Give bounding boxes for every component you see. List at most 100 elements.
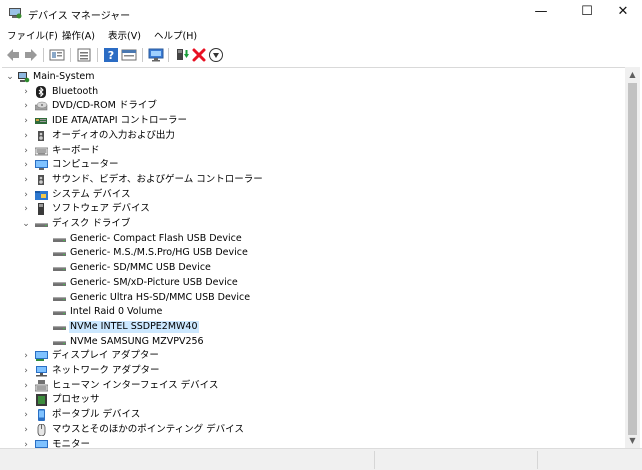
disk-drive-icon (53, 325, 66, 330)
expand-chevron-icon[interactable]: › (21, 129, 31, 143)
expand-chevron-icon[interactable]: › (21, 188, 31, 202)
toolbar-separator (97, 48, 98, 62)
tree-item-label: Bluetooth (52, 85, 99, 97)
expand-chevron-icon[interactable]: › (21, 364, 31, 378)
tree-disk-device-label: Generic- SM/xD-Picture USB Device (70, 276, 238, 288)
toolbar-separator (168, 48, 169, 62)
mouse-icon (37, 423, 46, 436)
scroll-up-arrow-icon[interactable]: ▲ (625, 67, 640, 82)
disk-drive-icon (53, 267, 66, 272)
menu-help[interactable]: ヘルプ(H) (154, 28, 197, 42)
close-button[interactable]: ✕ (600, 0, 642, 25)
hid-keyboard-icon (35, 379, 48, 392)
tree-root-label: Main-System (33, 71, 95, 82)
ide-controller-icon (35, 118, 47, 125)
tree-item-label: ソフトウェア デバイス (52, 203, 150, 215)
window-title: デバイス マネージャー (28, 11, 131, 22)
help-icon[interactable]: ? (103, 47, 119, 63)
collapse-chevron-icon[interactable]: ⌄ (5, 70, 15, 84)
disk-drive-icon (53, 340, 66, 345)
toolbar-separator (142, 48, 143, 62)
tree-item-label: ネットワーク アダプター (52, 365, 160, 376)
title-bar: デバイス マネージャー — ☐ ✕ (0, 0, 642, 25)
minimize-button[interactable]: — (518, 0, 564, 25)
scrollbar-thumb[interactable] (628, 83, 637, 435)
keyboard-icon (35, 147, 48, 155)
tree-item-label: マウスとそのほかのポインティング デバイス (52, 423, 244, 435)
folder-chip-icon (35, 190, 48, 200)
device-manager-icon (9, 8, 22, 19)
toolbar-separator (43, 48, 44, 62)
console-view-icon[interactable] (121, 47, 137, 63)
expand-chevron-icon[interactable]: › (21, 379, 31, 393)
disk-drive-icon (53, 296, 66, 301)
monitor-icon (35, 439, 48, 448)
disk-drive-icon (53, 252, 66, 257)
network-adapter-icon (36, 366, 47, 377)
tree-item-label: オーディオの入力および出力 (52, 129, 175, 141)
tree-item-label: サウンド、ビデオ、およびゲーム コントローラー (52, 173, 263, 185)
enable-device-icon[interactable] (208, 47, 224, 63)
tree-item-label: IDE ATA/ATAPI コントローラー (52, 115, 188, 127)
tree-disk-device-label: NVMe INTEL SSDPE2MW40 (69, 320, 199, 333)
tree-disk-device-label: Generic Ultra HS-SD/MMC USB Device (70, 291, 251, 303)
processor-icon (36, 394, 47, 407)
expand-chevron-icon[interactable]: › (21, 408, 31, 422)
expand-chevron-icon[interactable]: › (21, 144, 31, 158)
scroll-down-arrow-icon[interactable]: ▼ (625, 433, 640, 448)
expand-chevron-icon[interactable]: › (21, 202, 31, 216)
toolbar-separator (70, 48, 71, 62)
tree-disk-device-label: Intel Raid 0 Volume (70, 306, 163, 318)
expand-chevron-icon[interactable]: › (21, 423, 31, 437)
toolbar: ? (0, 44, 642, 66)
back-arrow-icon[interactable] (5, 47, 21, 63)
vertical-scrollbar[interactable]: ▲ ▼ (625, 67, 640, 448)
menu-action[interactable]: 操作(A) (62, 28, 95, 42)
tree-item-label: プロセッサ (52, 394, 100, 406)
tree-disk-device-label: Generic- SD/MMC USB Device (70, 262, 211, 274)
display-adapter-icon (35, 351, 48, 362)
bluetooth-icon (36, 85, 46, 98)
dvd-drive-icon (35, 102, 48, 111)
status-bar (0, 448, 642, 470)
disk-drive-icon (53, 281, 66, 286)
properties-view-icon[interactable] (49, 47, 65, 63)
status-pane-divider (537, 451, 538, 469)
tree-item-label: モニター (52, 438, 91, 449)
device-tree[interactable]: ⌄ Main-System › Bluetooth › DVD/CD-ROM ド… (2, 67, 625, 448)
update-driver-icon[interactable] (174, 47, 190, 63)
expand-chevron-icon[interactable]: › (21, 99, 31, 113)
expand-chevron-icon[interactable]: › (21, 158, 31, 172)
menu-bar: ファイル(F) 操作(A) 表示(V) ヘルプ(H) (0, 25, 642, 44)
tree-item-label: ディスク ドライブ (52, 218, 131, 229)
tree-item-label: ヒューマン インターフェイス デバイス (52, 379, 219, 391)
tree-disk-device-label: Generic- M.S./M.S.Pro/HG USB Device (70, 247, 248, 259)
collapse-chevron-icon[interactable]: ⌄ (21, 217, 31, 231)
expand-chevron-icon[interactable]: › (21, 173, 31, 187)
disk-drive-icon (53, 311, 66, 316)
expand-chevron-icon[interactable]: › (21, 114, 31, 128)
forward-arrow-icon[interactable] (23, 47, 39, 63)
monitor-icon (35, 160, 48, 171)
expand-chevron-icon[interactable]: › (21, 438, 31, 449)
speaker-icon (38, 174, 44, 185)
expand-chevron-icon[interactable]: › (21, 393, 31, 407)
menu-file[interactable]: ファイル(F) (7, 28, 58, 42)
disk-drive-icon (53, 237, 66, 242)
tree-item-label: DVD/CD-ROM ドライブ (52, 100, 157, 112)
tree-item-label: ディスプレイ アダプター (52, 350, 159, 362)
tree-disk-device-label: NVMe SAMSUNG MZVPV256 (70, 335, 204, 347)
expand-chevron-icon[interactable]: › (21, 349, 31, 363)
uninstall-device-icon[interactable] (191, 47, 207, 63)
software-device-icon (38, 203, 44, 216)
tree-item-label: キーボード (52, 144, 100, 156)
scan-hardware-icon[interactable] (148, 47, 164, 63)
computer-icon (18, 72, 30, 83)
list-view-icon[interactable] (76, 47, 92, 63)
svg-text:?: ? (108, 49, 114, 62)
menu-view[interactable]: 表示(V) (108, 28, 141, 42)
status-pane-divider (374, 451, 375, 469)
speaker-icon (38, 130, 44, 141)
expand-chevron-icon[interactable]: › (21, 85, 31, 99)
portable-device-icon (38, 409, 45, 422)
